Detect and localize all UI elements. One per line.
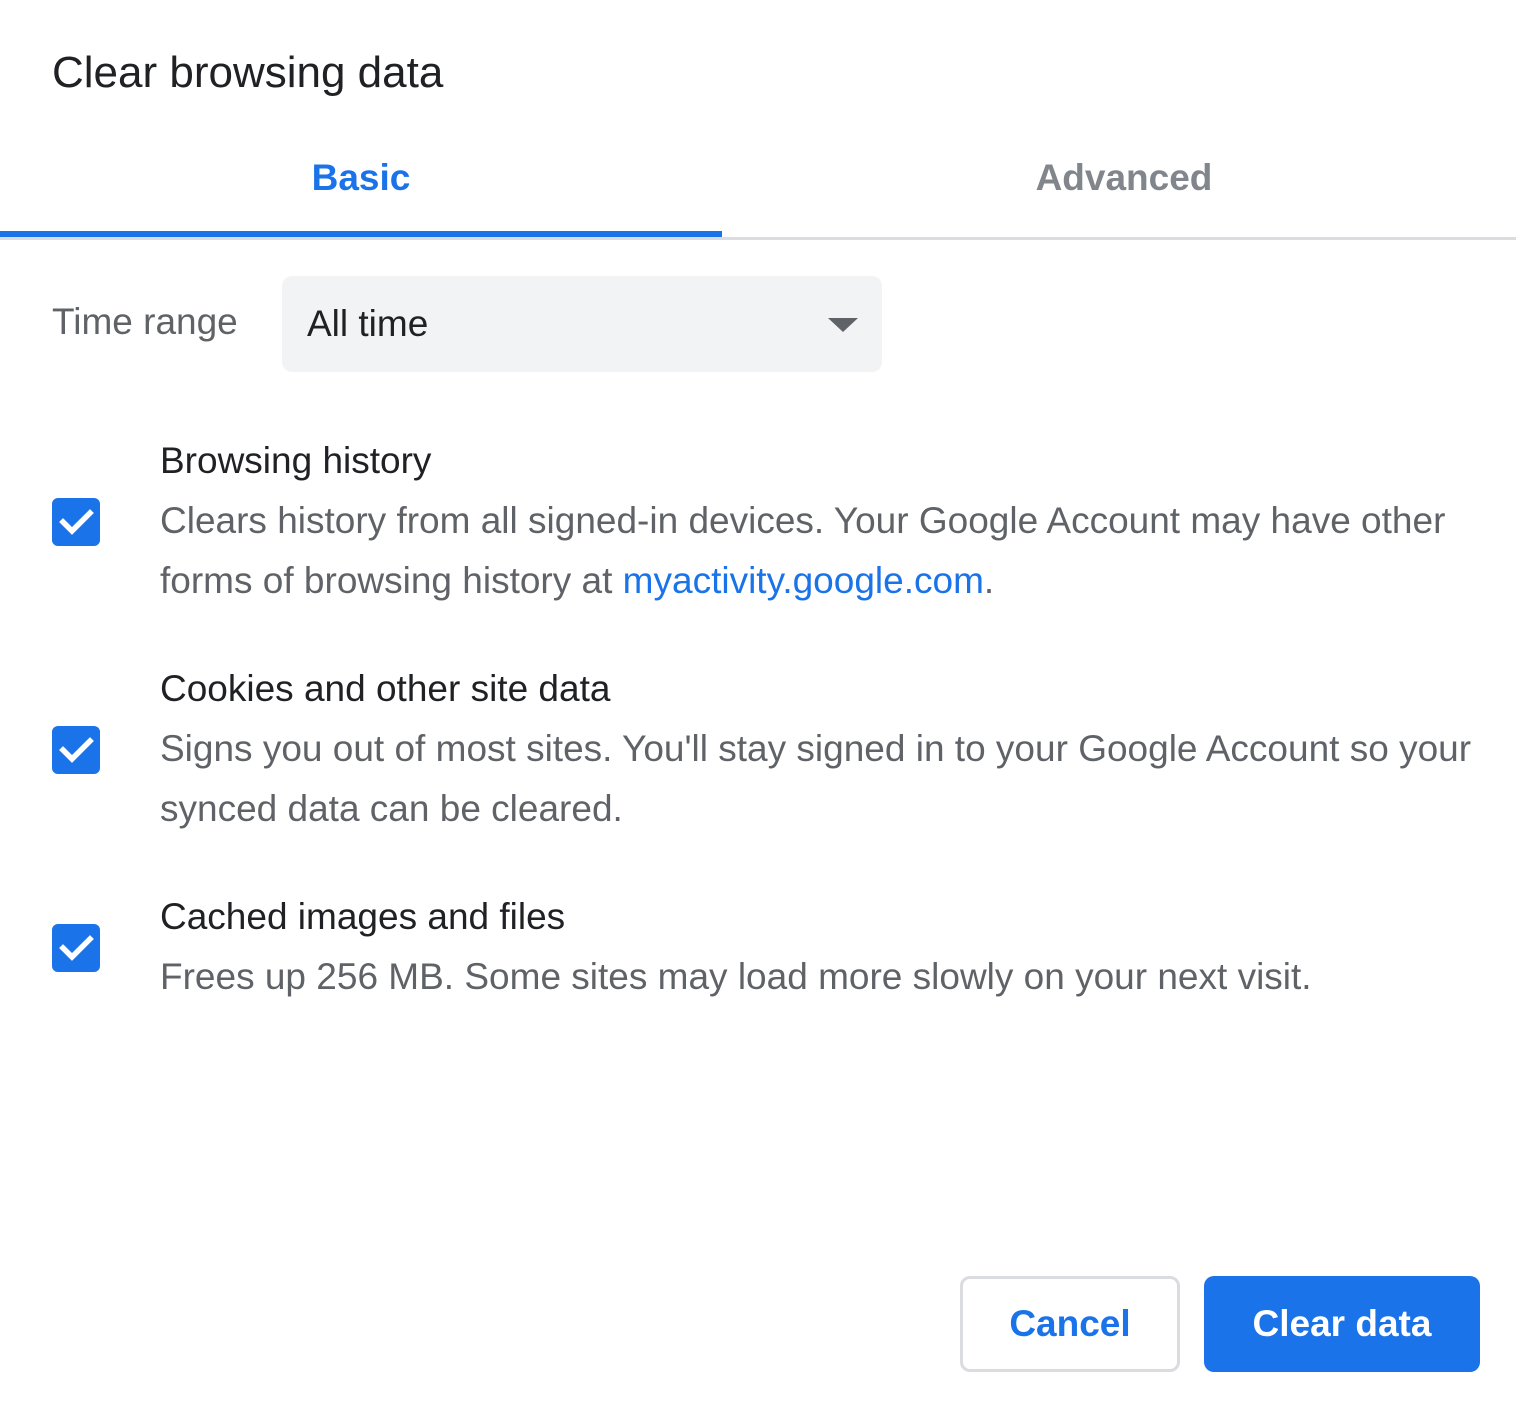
- active-tab-indicator: [0, 231, 722, 237]
- checkmark-icon: [59, 737, 94, 763]
- option-title: Cached images and files: [160, 896, 566, 937]
- time-range-label: Time range: [52, 301, 238, 342]
- cancel-button[interactable]: Cancel: [960, 1276, 1180, 1372]
- cached-images-checkbox[interactable]: [52, 924, 100, 972]
- browsing-history-checkbox[interactable]: [52, 498, 100, 546]
- cookies-checkbox[interactable]: [52, 726, 100, 774]
- tab-divider: [0, 237, 1516, 240]
- description-period: .: [983, 560, 995, 601]
- tab-bar: Basic Advanced: [0, 130, 1516, 242]
- myactivity-link[interactable]: myactivity.google.com: [623, 560, 984, 601]
- checkmark-icon: [59, 509, 94, 535]
- option-title: Cookies and other site data: [160, 668, 611, 709]
- time-range-select[interactable]: All time: [282, 276, 882, 372]
- tab-basic[interactable]: Basic: [0, 130, 722, 240]
- option-description: Signs you out of most sites. You'll stay…: [160, 728, 1472, 829]
- clear-data-button[interactable]: Clear data: [1204, 1276, 1480, 1372]
- dialog-title: Clear browsing data: [52, 48, 444, 97]
- option-description: Clears history from all signed-in device…: [160, 491, 1480, 611]
- checkmark-icon: [59, 935, 94, 961]
- tab-advanced[interactable]: Advanced: [763, 130, 1485, 240]
- time-range-value: All time: [307, 303, 429, 344]
- option-title: Browsing history: [160, 440, 432, 481]
- option-description: Frees up 256 MB. Some sites may load mor…: [160, 956, 1312, 997]
- dropdown-arrow-icon: [828, 318, 858, 332]
